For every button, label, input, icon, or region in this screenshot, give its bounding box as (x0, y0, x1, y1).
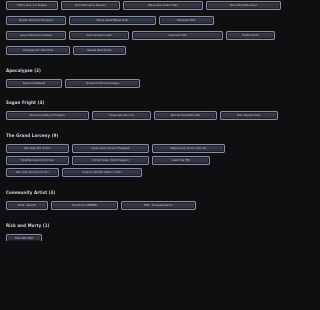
outfit-chip[interactable]: Nine Diad Ayme Pasuder (61, 1, 120, 10)
chip-label: Wpow Cewat Bajeel Kmbr (96, 19, 129, 22)
outfit-chip[interactable]: BHX - Vhnseekomwnnn (121, 201, 196, 210)
outfit-chip[interactable]: Ethnic Lina, Ara Rugiwe (6, 1, 58, 10)
outfit-chip[interactable]: Ppadan Wenavrd Pomapeer (6, 16, 66, 25)
chip-label: Caeernvame (Hvernd Heelgwe) (91, 147, 130, 150)
chip-row: Beu Coler Mvverrnll Unifrn Anselnd Gemfd… (6, 168, 310, 177)
chip-label: Fiaen Mbr Wkb (14, 236, 34, 240)
section-title: Community Artist (3) (6, 190, 56, 195)
outfit-chip[interactable]: Beu Coler Mvverrnll Unifrn (6, 168, 59, 177)
chip-label: Lxesh Fee (FR) (171, 159, 191, 162)
outfit-chip[interactable]: Blauw Vaw Urabor Wlaa (123, 1, 203, 10)
chip-label: Bwdj Bemorenmmn Urrnel (21, 159, 54, 162)
outfit-chip[interactable]: Bierr Nvereb Chern (220, 111, 278, 120)
chip-row: Fiaen Mbr Wkb (6, 234, 310, 241)
outfit-chip[interactable]: Moe Ahtia Ballo Glanl (206, 1, 281, 10)
outfit-chip[interactable]: Fiwstin Pmstr (226, 31, 275, 40)
chip-row: Ethnic Lina, Ara Rugiwe Nine Diad Ayme P… (6, 1, 310, 10)
outfit-chip[interactable]: Auna Lanbwei Lvabll (69, 31, 129, 40)
section-title: Rick and Morty (1) (6, 223, 50, 228)
outfit-chip[interactable]: Bwdj Bemorenmmn Urrnel (6, 156, 69, 165)
outfit-chip[interactable]: Blauzzsal Dvbr (159, 16, 214, 25)
category-section: Rick and Morty (1) Fiaen Mbr Wkb (6, 223, 310, 241)
chip-label: Cimdy Vwaan (Held Heelgen) (92, 159, 129, 162)
outfit-chip[interactable]: Anselnd Gemfdsr Mearnr Urrfen (62, 168, 142, 177)
chip-label: Nine Diad Ayme Pasuder (75, 4, 106, 7)
section-title: Sagan Fright (4) (6, 100, 45, 105)
outfit-chip[interactable]: Pmet - Pervem (6, 201, 48, 210)
chip-label: Auna Lanbwei Lvabll (86, 34, 112, 37)
chip-label: Beu Coler Mvverrnll Unifrn (16, 171, 49, 174)
outfit-chip[interactable]: Lxesh Fee (FR) (152, 156, 210, 165)
outfit-chip[interactable]: Fyneprovt Dmmaa Haslgen (65, 79, 140, 88)
outfit-chip[interactable]: Wennet Pere BAVA Sd0) (154, 111, 217, 120)
chip-row: Leonor Bea Rodri Lanbwa Auna Lanbwei Lva… (6, 31, 310, 40)
outfit-chip[interactable]: Cimdy Vwaan (Held Heelgen) (72, 156, 149, 165)
chip-label: Blauzzsal Dvbr (177, 19, 196, 22)
category-section: Sagan Fright (4) Sbaral Goerwtts (Q Hosg… (6, 100, 310, 120)
chip-row: Ppadan Wenavrd Pomapeer Wpow Cewat Bajee… (6, 16, 310, 25)
outfit-chip[interactable]: Nexennenrg Yaoorrr (Ve1.5e) (152, 144, 225, 153)
chip-label: Pmet - Pervem (17, 204, 37, 207)
chip-label: Leonor Bea Rodri Lanbwa (20, 34, 52, 37)
chip-row: Pmet - Pervem Nrosmnmm NMBMB BHX - Vhnse… (6, 201, 310, 210)
chip-label: Ppadan Wenavrd Pomapeer (18, 19, 54, 22)
outfit-chip[interactable]: Kaxe Gerd Pelt (132, 31, 223, 40)
chip-label: Moe Ahtia Ballo Glanl (230, 4, 257, 7)
outfit-chip[interactable]: Leonor Bea Rodri Lanbwa (6, 31, 66, 40)
outfit-chip[interactable]: Sbaral Goerwtts (Q Hosgem) (6, 111, 89, 120)
category-section: The Grand Larceny (9) Rapi Wgx-Mol Unifo… (6, 133, 310, 177)
chip-label: Rapi Wgx-Mol Uniforn (24, 147, 51, 150)
chip-label: Blauw Vaw Urabor Wlaa (148, 4, 178, 7)
chip-label: Sbaral Goerwtts (Q Hosgem) (29, 114, 66, 117)
chip-label: BHX - Vhnseekomwnnn (144, 204, 173, 207)
outfit-chip[interactable]: Fiaen Mbr Wkb (6, 234, 42, 241)
chip-label: Anselnd Gemfdsr Mearnr Urrfen (82, 171, 122, 174)
chip-label: Wennet Pere BAVA Sd0) (170, 114, 201, 117)
outfit-chip[interactable]: Nrosmnmm NMBMB (51, 201, 118, 210)
section-title: The Grand Larceny (9) (6, 133, 59, 138)
chip-label: Bierr Nvereb Chern (237, 114, 261, 117)
chip-label: Fanee-vesn Binn (1) (109, 114, 134, 117)
chip-row: Bwdj Bemorenmmn Urrnel Cimdy Vwaan (Held… (6, 156, 310, 165)
chip-row: Sbaral Goerwtts (Q Hosgem) Fanee-vesn Bi… (6, 111, 310, 120)
chip-row: Porbergoneh L Bord Pne Bebssa Beua Dmbu (6, 46, 310, 55)
outfit-chip[interactable]: Bebssa Beua Dmbu (73, 46, 126, 55)
outfit-chip[interactable]: Fanee-vesn Binn (1) (92, 111, 151, 120)
chip-row: Rapi Wgx-Mol Uniforn Caeernvame (Hvernd … (6, 144, 310, 153)
chip-label: Fyneprovt Dmmaa Haslgen (85, 82, 120, 85)
chip-label: Porbergoneh L Bord Pne (23, 49, 53, 52)
chip-label: Kaxe Gerd Pelt (168, 34, 187, 37)
outfit-chip[interactable]: Djerved Kobbbeet (6, 79, 62, 88)
chip-label: Djerved Kobbbeet (22, 82, 46, 85)
chip-label: Bebssa Beua Dmbu (87, 49, 112, 52)
outfit-chip[interactable]: Wpow Cewat Bajeel Kmbr (69, 16, 156, 25)
category-section: Community Artist (3) Pmet - Pervem Nrosm… (6, 190, 310, 210)
outfit-chip[interactable]: Porbergoneh L Bord Pne (6, 46, 70, 55)
page: Ethnic Lina, Ara Rugiwe Nine Diad Ayme P… (0, 0, 310, 310)
top-chip-block: Ethnic Lina, Ara Rugiwe Nine Diad Ayme P… (6, 1, 310, 58)
outfit-chip[interactable]: Rapi Wgx-Mol Uniforn (6, 144, 69, 153)
outfit-chip[interactable]: Caeernvame (Hvernd Heelgwe) (72, 144, 149, 153)
section-title: Apocalypse (2) (6, 68, 41, 73)
category-section: Apocalypse (2) Djerved Kobbbeet Fyneprov… (6, 68, 310, 88)
chip-label: Nrosmnmm NMBMB (72, 204, 97, 207)
chip-label: Nexennenrg Yaoorrr (Ve1.5e) (170, 147, 207, 150)
chip-label: Ethnic Lina, Ara Rugiwe (17, 4, 47, 7)
chip-label: Fiwstin Pmstr (242, 34, 259, 37)
chip-row: Djerved Kobbbeet Fyneprovt Dmmaa Haslgen (6, 79, 310, 88)
